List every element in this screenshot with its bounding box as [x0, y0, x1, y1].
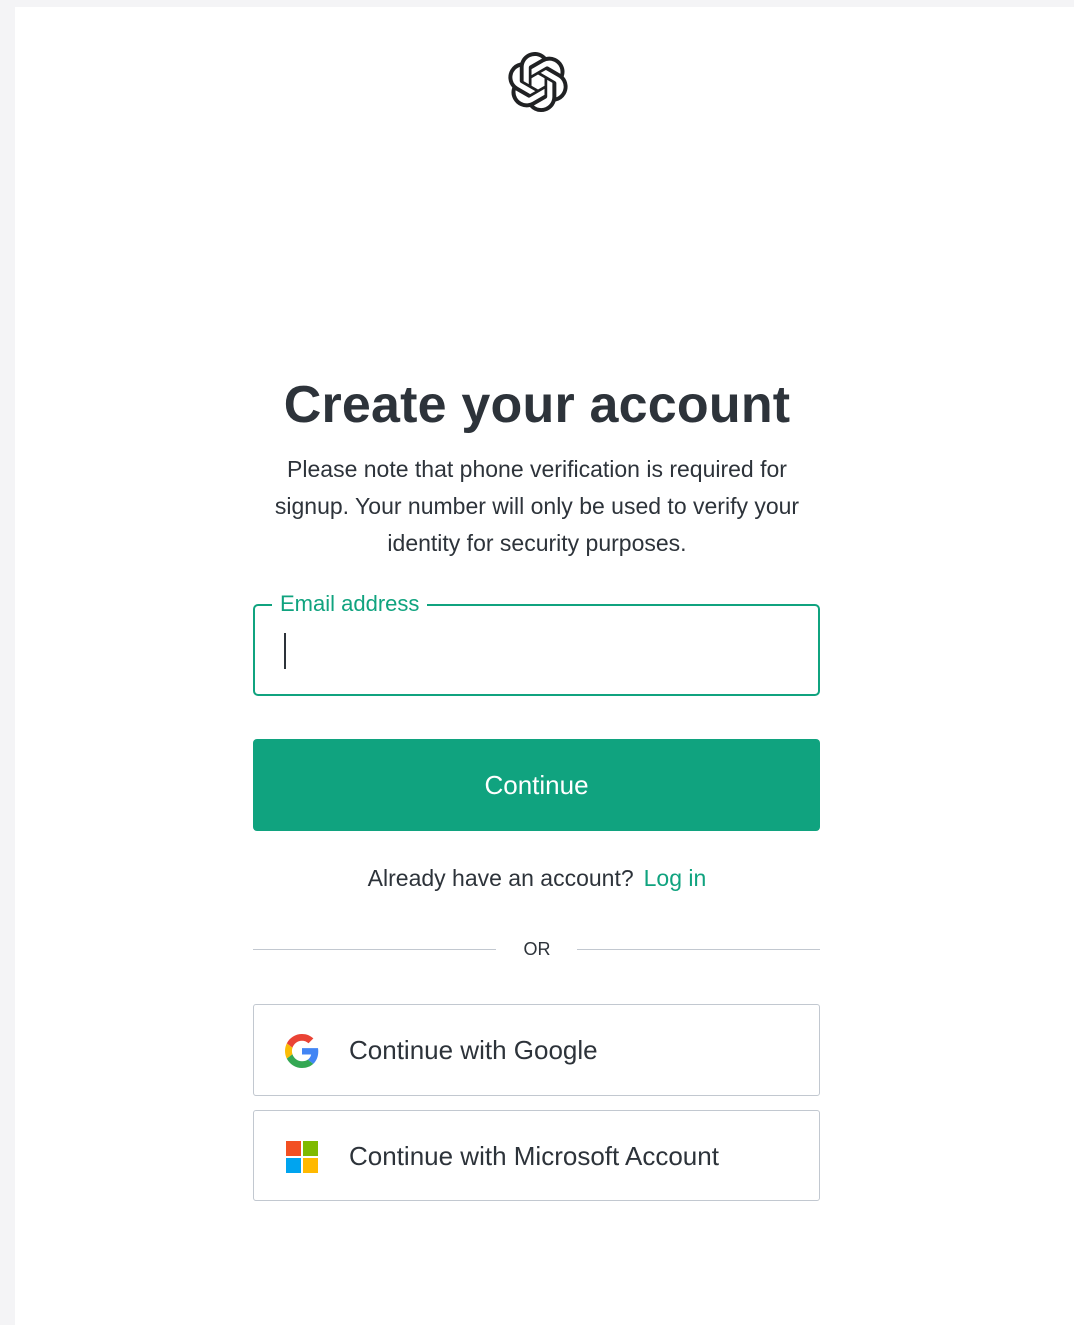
continue-with-microsoft-label: Continue with Microsoft Account: [349, 1141, 719, 1171]
page-title: Create your account: [283, 376, 791, 434]
login-link[interactable]: Log in: [644, 865, 707, 891]
login-prompt-row: Already have an account? Log in: [15, 862, 1059, 894]
phone-verification-note: Please note that phone verification is r…: [274, 456, 800, 556]
continue-button[interactable]: Continue: [253, 739, 820, 831]
email-field[interactable]: Email address: [253, 589, 820, 696]
continue-with-microsoft-button[interactable]: Continue with Microsoft Account: [253, 1110, 820, 1201]
divider-line-left: [253, 949, 496, 950]
divider-line-right: [577, 949, 820, 950]
login-prompt-text: Already have an account?: [367, 865, 634, 891]
email-input[interactable]: [255, 606, 818, 694]
text-cursor: [284, 633, 286, 669]
continue-with-google-label: Continue with Google: [349, 1035, 598, 1065]
openai-logo-icon: [508, 52, 568, 112]
signup-page: Create your account Please note that pho…: [15, 7, 1074, 1325]
google-icon: [285, 1034, 319, 1068]
divider-or-text: OR: [523, 939, 551, 959]
continue-with-google-button[interactable]: Continue with Google: [253, 1004, 820, 1096]
microsoft-icon: [285, 1140, 319, 1174]
